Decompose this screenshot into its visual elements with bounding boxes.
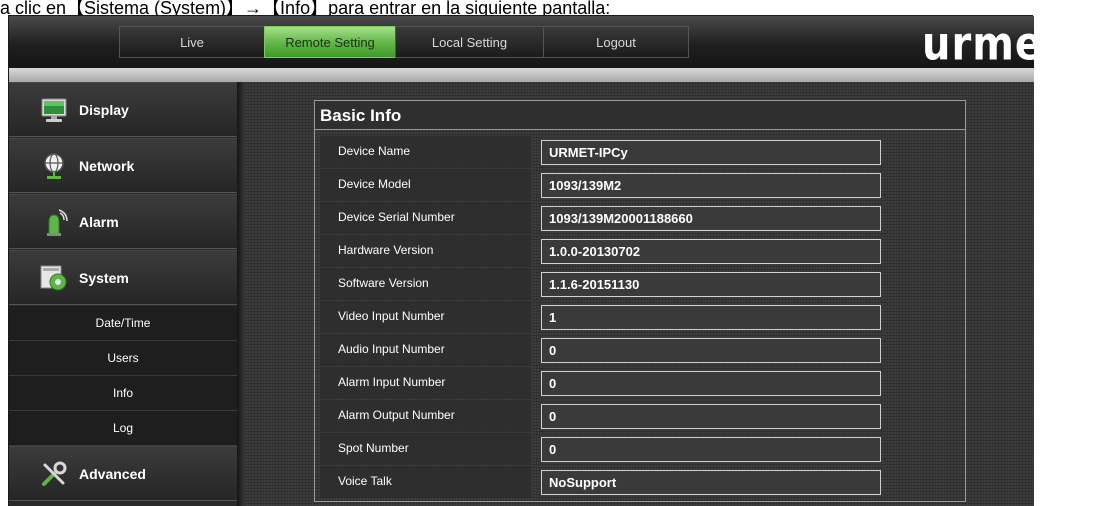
sidebar-subitem-info[interactable]: Info	[9, 376, 237, 411]
info-row: Voice Talk NoSupport	[315, 465, 965, 498]
nvr-web-app: Live Remote Setting Local Setting Logout…	[8, 15, 1062, 506]
sidebar-item-alarm[interactable]: Alarm	[9, 194, 237, 249]
sidebar-item-label: Alarm	[79, 213, 119, 230]
sidebar-subitem-date-time[interactable]: Date/Time	[9, 306, 237, 341]
audio-input-number-field: 0	[541, 338, 881, 363]
field-label: Voice Talk	[320, 466, 531, 497]
field-label: Alarm Input Number	[320, 367, 531, 398]
info-row: Device Model 1093/139M2	[315, 168, 965, 201]
sidebar-item-display[interactable]: Display	[9, 82, 237, 137]
alarm-input-number-field: 0	[541, 371, 881, 396]
spot-number-field: 0	[541, 437, 881, 462]
sidebar-item-label: Display	[79, 101, 129, 118]
alarm-siren-icon	[47, 208, 68, 236]
top-navigation-bar: Live Remote Setting Local Setting Logout…	[9, 16, 1062, 71]
sidebar-item-system[interactable]: System	[9, 250, 237, 305]
network-globe-icon	[44, 152, 64, 179]
sidebar-item-network[interactable]: Network	[9, 138, 237, 193]
info-row: Device Name URMET-IPCy	[315, 135, 965, 168]
info-row: Audio Input Number 0	[315, 333, 965, 366]
hardware-version-field: 1.0.0-20130702	[541, 239, 881, 264]
sidebar-item-label: Network	[79, 157, 135, 174]
tab-remote-setting[interactable]: Remote Setting	[264, 26, 395, 58]
field-label: Alarm Output Number	[320, 400, 531, 431]
tab-logout[interactable]: Logout	[543, 26, 689, 58]
field-label: Hardware Version	[320, 235, 531, 266]
info-row: Spot Number 0	[315, 432, 965, 465]
tools-icon	[42, 461, 67, 486]
header-divider	[9, 68, 1034, 82]
field-label: Device Serial Number	[320, 202, 531, 233]
info-row: Alarm Output Number 0	[315, 399, 965, 432]
sidebar-subitem-log[interactable]: Log	[9, 411, 237, 446]
device-serial-number-field: 1093/139M20001188660	[541, 206, 881, 231]
urmet-logo: urmet	[922, 18, 1064, 71]
info-row: Software Version 1.1.6-20151130	[315, 267, 965, 300]
alarm-output-number-field: 0	[541, 404, 881, 429]
sidebar-divider	[237, 82, 245, 506]
system-gear-icon	[40, 265, 67, 290]
tab-live[interactable]: Live	[119, 26, 264, 58]
software-version-field: 1.1.6-20151130	[541, 272, 881, 297]
main-tabs: Live Remote Setting Local Setting Logout	[119, 26, 689, 58]
info-row: Device Serial Number 1093/139M2000118866…	[315, 201, 965, 234]
field-label: Spot Number	[320, 433, 531, 464]
content-area: Basic Info Device Name URMET-IPCy Device…	[245, 82, 1034, 506]
field-label: Audio Input Number	[320, 334, 531, 365]
sidebar-item-label: System	[79, 269, 129, 286]
field-label: Video Input Number	[320, 301, 531, 332]
tab-local-setting[interactable]: Local Setting	[395, 26, 543, 58]
sidebar-item-label: Advanced	[79, 465, 146, 482]
sidebar-item-advanced[interactable]: Advanced	[9, 446, 237, 501]
field-label: Device Name	[320, 136, 531, 167]
info-row: Alarm Input Number 0	[315, 366, 965, 399]
panel-title: Basic Info	[315, 101, 965, 130]
field-label: Device Model	[320, 169, 531, 200]
info-row: Video Input Number 1	[315, 300, 965, 333]
field-label: Software Version	[320, 268, 531, 299]
instruction-caption: a clic en【Sistema (System)】→【Info】para e…	[0, 0, 611, 16]
voice-talk-field: NoSupport	[541, 470, 881, 495]
settings-sidebar: Display Network Alarm System Date/Time U…	[9, 82, 237, 506]
video-input-number-field: 1	[541, 305, 881, 330]
info-row: Hardware Version 1.0.0-20130702	[315, 234, 965, 267]
device-model-field: 1093/139M2	[541, 173, 881, 198]
basic-info-panel: Basic Info Device Name URMET-IPCy Device…	[314, 100, 966, 502]
sidebar-subitem-users[interactable]: Users	[9, 341, 237, 376]
device-name-field[interactable]: URMET-IPCy	[541, 140, 881, 165]
monitor-icon	[41, 98, 67, 122]
